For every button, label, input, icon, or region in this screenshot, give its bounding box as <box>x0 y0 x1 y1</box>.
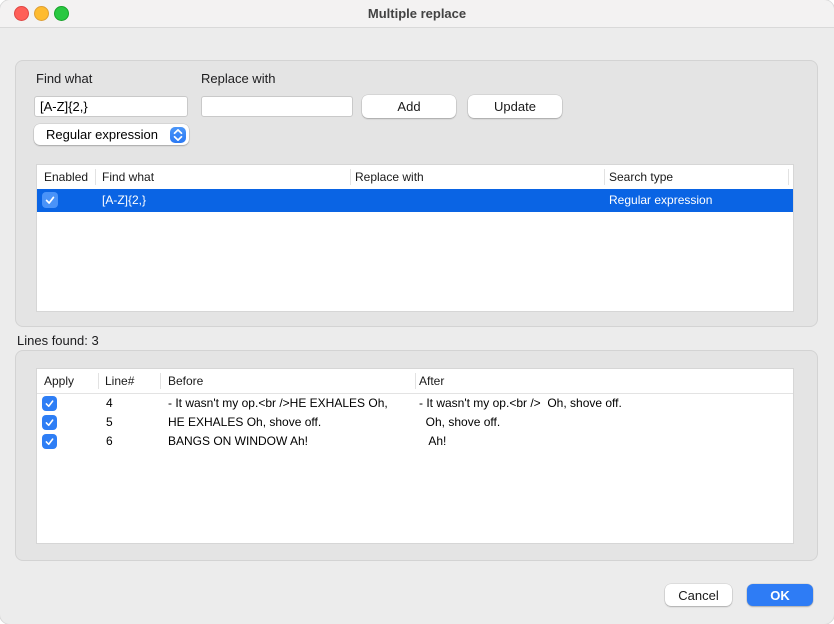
window-title: Multiple replace <box>367 6 467 21</box>
search-rules-groupbox: Find what Replace with Add Update Regula… <box>15 60 818 327</box>
line-number: 6 <box>106 434 113 448</box>
column-header-enabled[interactable]: Enabled <box>44 165 88 189</box>
line-number: 4 <box>106 396 113 410</box>
apply-checkbox[interactable] <box>42 434 57 449</box>
column-header-replace-with[interactable]: Replace with <box>355 165 424 189</box>
search-type-dropdown-value: Regular expression <box>46 127 159 142</box>
column-divider <box>415 373 416 389</box>
chevron-up-down-icon <box>170 126 186 143</box>
column-divider <box>160 373 161 389</box>
after-text: Ah! <box>419 434 447 448</box>
line-number: 5 <box>106 415 113 429</box>
title-bar: Multiple replace <box>0 0 834 28</box>
add-button[interactable]: Add <box>362 95 456 118</box>
search-type-dropdown[interactable]: Regular expression <box>34 124 189 145</box>
column-divider <box>95 169 96 185</box>
after-text: - It wasn't my op.<br /> Oh, shove off. <box>419 396 622 410</box>
rules-table-header: Enabled Find what Replace with Search ty… <box>37 165 793 190</box>
before-text: HE EXHALES Oh, shove off. <box>168 415 322 429</box>
apply-checkbox[interactable] <box>42 396 57 411</box>
lines-found-label: Lines found: 3 <box>17 333 99 348</box>
replace-with-input[interactable] <box>201 96 353 117</box>
multiple-replace-dialog: Multiple replace Find what Replace with … <box>0 0 834 624</box>
column-divider <box>350 169 351 185</box>
column-header-apply[interactable]: Apply <box>44 369 74 393</box>
rules-table: Enabled Find what Replace with Search ty… <box>36 164 794 312</box>
column-divider <box>604 169 605 185</box>
ok-button[interactable]: OK <box>747 584 813 606</box>
apply-checkbox[interactable] <box>42 415 57 430</box>
cancel-button[interactable]: Cancel <box>665 584 732 606</box>
results-table: Apply Line# Before After 4 - It wasn't m… <box>36 368 794 544</box>
enabled-checkbox[interactable] <box>42 192 58 208</box>
rule-find-value: [A-Z]{2,} <box>102 193 147 207</box>
column-divider <box>788 169 789 185</box>
after-text: Oh, shove off. <box>419 415 501 429</box>
replace-with-label: Replace with <box>201 71 276 86</box>
column-header-search-type[interactable]: Search type <box>609 165 673 189</box>
before-text: - It wasn't my op.<br />HE EXHALES Oh, <box>168 396 388 410</box>
column-divider <box>98 373 99 389</box>
table-row[interactable]: [A-Z]{2,} Regular expression <box>37 189 793 212</box>
column-header-find-what[interactable]: Find what <box>102 165 154 189</box>
rule-search-type-value: Regular expression <box>609 193 713 207</box>
find-what-label: Find what <box>36 71 93 86</box>
table-row[interactable]: 5 HE EXHALES Oh, shove off. Oh, shove of… <box>37 413 793 432</box>
column-header-line[interactable]: Line# <box>105 369 134 393</box>
table-row[interactable]: 6 BANGS ON WINDOW Ah! Ah! <box>37 432 793 451</box>
results-table-header: Apply Line# Before After <box>37 369 793 394</box>
table-row[interactable]: 4 - It wasn't my op.<br />HE EXHALES Oh,… <box>37 394 793 413</box>
column-header-after[interactable]: After <box>419 369 444 393</box>
update-button[interactable]: Update <box>468 95 562 118</box>
column-header-before[interactable]: Before <box>168 369 203 393</box>
results-groupbox: Apply Line# Before After 4 - It wasn't m… <box>15 350 818 561</box>
before-text: BANGS ON WINDOW Ah! <box>168 434 309 448</box>
find-what-input[interactable] <box>34 96 188 117</box>
